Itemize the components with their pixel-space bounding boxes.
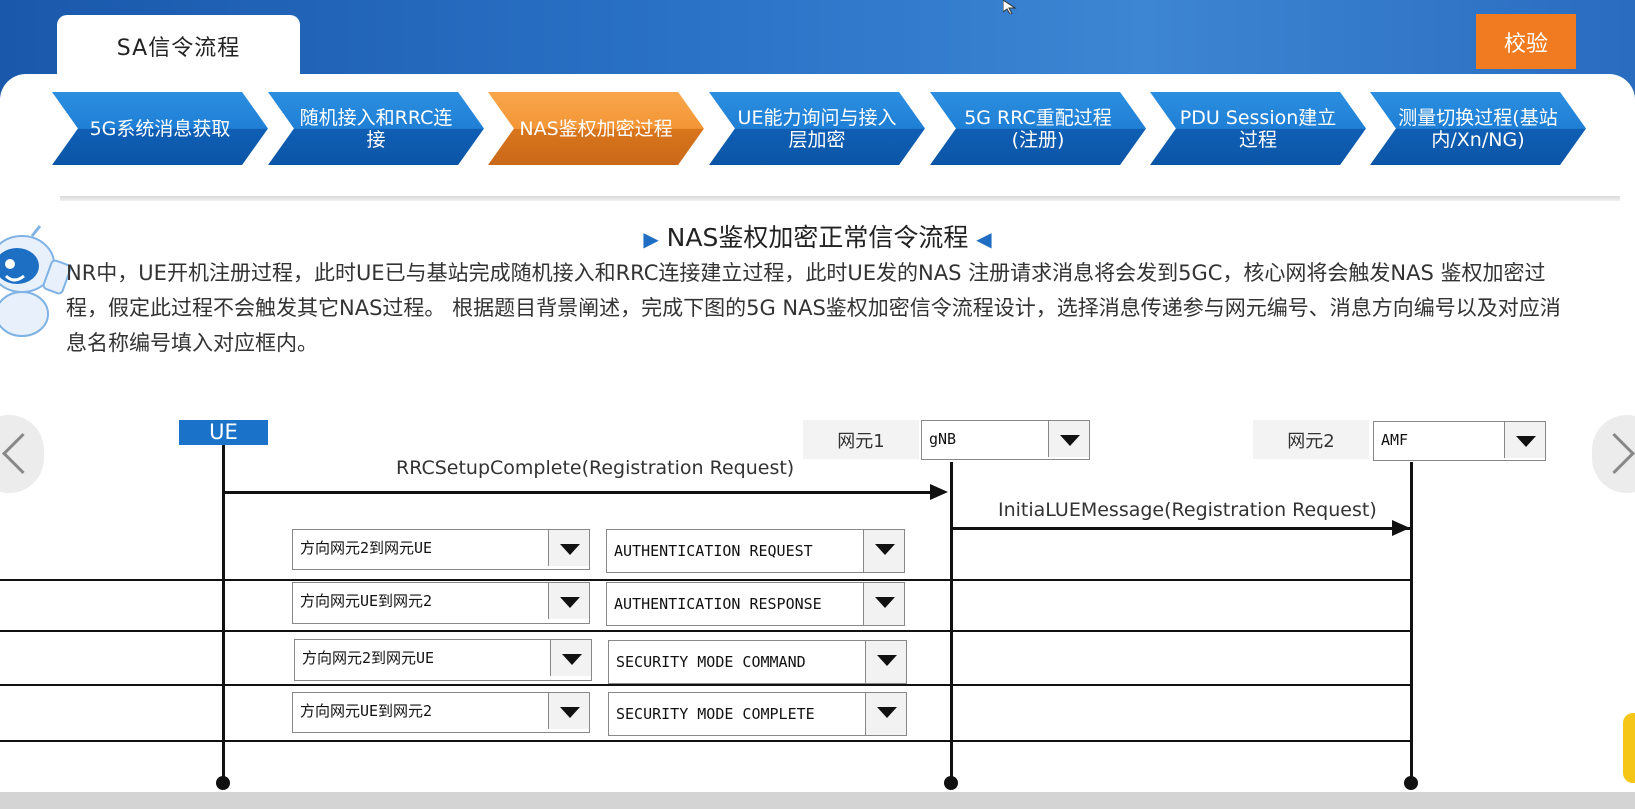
ne2-label: 网元2 bbox=[1253, 420, 1369, 459]
row-separator bbox=[0, 579, 1412, 581]
side-widget[interactable] bbox=[1623, 713, 1635, 783]
ue-lifeline bbox=[222, 445, 225, 780]
step-handover[interactable]: 测量切换过程(基站内/Xn/NG) bbox=[1370, 92, 1586, 165]
chevron-down-icon bbox=[865, 693, 906, 735]
step-rrc-reconfig[interactable]: 5G RRC重配过程(注册) bbox=[930, 92, 1146, 165]
message-select-3[interactable]: SECURITY MODE COMMAND bbox=[608, 640, 907, 684]
chevron-down-icon bbox=[863, 530, 904, 572]
section-title: ▶ NAS鉴权加密正常信令流程 ◀ bbox=[643, 223, 992, 252]
ne1-end-dot bbox=[944, 776, 958, 790]
ne2-select[interactable]: AMF bbox=[1373, 421, 1546, 461]
direction-select-3[interactable]: 方向网元2到网元UE bbox=[294, 639, 592, 681]
ne1-label: 网元1 bbox=[803, 420, 919, 459]
chevron-down-icon bbox=[865, 641, 906, 683]
chevron-down-icon bbox=[550, 640, 591, 676]
row-separator bbox=[0, 740, 1412, 742]
ue-end-dot bbox=[216, 776, 230, 790]
arrow-head-icon bbox=[1392, 520, 1410, 536]
triangle-left-icon: ◀ bbox=[976, 227, 992, 251]
chevron-down-icon bbox=[1504, 422, 1545, 458]
arrow-msg2 bbox=[952, 527, 1410, 530]
divider bbox=[60, 196, 1620, 201]
chevron-down-icon bbox=[548, 530, 589, 566]
step-system-info[interactable]: 5G系统消息获取 bbox=[52, 92, 268, 165]
msg-rrc-setup-complete: RRCSetupComplete(Registration Request) bbox=[396, 457, 795, 479]
verify-button[interactable]: 校验 bbox=[1476, 14, 1576, 69]
tab-sa-signaling[interactable]: SA信令流程 bbox=[57, 15, 300, 77]
ne2-end-dot bbox=[1404, 776, 1418, 790]
step-nas-auth[interactable]: NAS鉴权加密过程 bbox=[488, 92, 704, 165]
direction-select-1[interactable]: 方向网元2到网元UE bbox=[292, 529, 590, 570]
message-select-1[interactable]: AUTHENTICATION REQUEST bbox=[606, 529, 905, 573]
triangle-right-icon: ▶ bbox=[643, 227, 659, 251]
chevron-down-icon bbox=[548, 693, 589, 729]
ne1-lifeline bbox=[950, 462, 953, 780]
description-text: NR中，UE开机注册过程，此时UE已与基站完成随机接入和RRC连接建立过程，此时… bbox=[66, 261, 1561, 355]
row-separator bbox=[0, 630, 1412, 632]
msg-initial-ue-message: InitiaLUEMessage(Registration Request) bbox=[998, 499, 1377, 521]
ne2-lifeline bbox=[1410, 462, 1413, 780]
message-select-2[interactable]: AUTHENTICATION RESPONSE bbox=[606, 582, 905, 626]
arrow-msg1 bbox=[224, 491, 930, 494]
step-pdu-session[interactable]: PDU Session建立过程 bbox=[1150, 92, 1366, 165]
step-ue-capability[interactable]: UE能力询问与接入层加密 bbox=[709, 92, 925, 165]
process-steps: 5G系统消息获取 随机接入和RRC连接 NAS鉴权加密过程 UE能力询问与接入层… bbox=[0, 92, 1635, 168]
step-random-access[interactable]: 随机接入和RRC连接 bbox=[268, 92, 484, 165]
arrow-head-icon bbox=[930, 484, 948, 500]
chevron-down-icon bbox=[1048, 421, 1089, 457]
horizontal-scrollbar[interactable] bbox=[0, 792, 1635, 809]
direction-select-2[interactable]: 方向网元UE到网元2 bbox=[292, 582, 590, 624]
message-select-4[interactable]: SECURITY MODE COMPLETE bbox=[608, 692, 907, 736]
ue-label: UE bbox=[179, 420, 268, 445]
chevron-down-icon bbox=[548, 583, 589, 619]
mouse-cursor-icon bbox=[1003, 0, 1017, 14]
ne1-select[interactable]: gNB bbox=[921, 420, 1090, 460]
row-separator bbox=[0, 684, 1412, 686]
chevron-down-icon bbox=[863, 583, 904, 625]
direction-select-4[interactable]: 方向网元UE到网元2 bbox=[292, 692, 590, 733]
